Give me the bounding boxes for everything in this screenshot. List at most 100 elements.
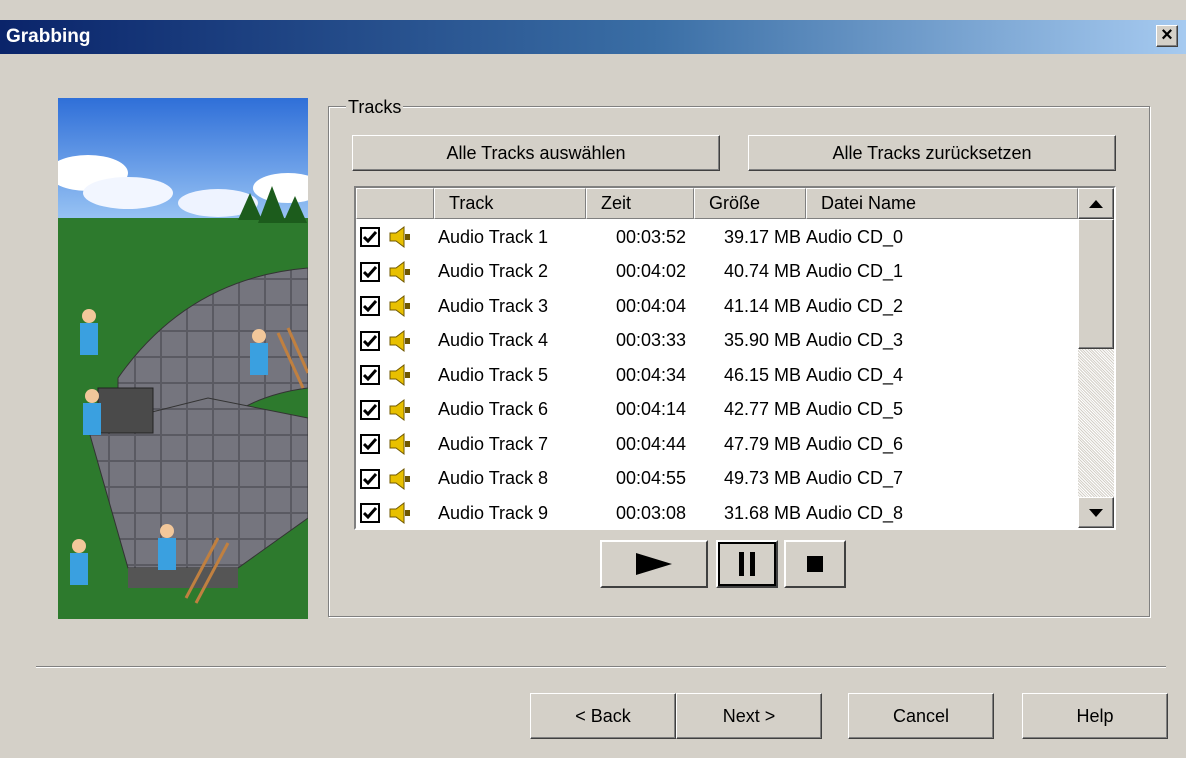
list-item[interactable]: Audio Track 2 00:04:02 40.74 MB Audio CD_1: [356, 255, 1078, 290]
list-item[interactable]: Audio Track 8 00:04:55 49.73 MB Audio CD_7: [356, 462, 1078, 497]
play-icon: [636, 553, 672, 575]
help-button[interactable]: Help: [1022, 693, 1168, 739]
list-item[interactable]: Audio Track 1 00:03:52 39.17 MB Audio CD_0: [356, 220, 1078, 255]
track-checkbox[interactable]: [360, 503, 380, 524]
back-button[interactable]: < Back: [530, 693, 676, 739]
reset-all-tracks-button[interactable]: Alle Tracks zurücksetzen: [748, 135, 1116, 171]
check-icon: [363, 369, 377, 382]
track-checkbox[interactable]: [360, 468, 380, 489]
size-cell: 46.15 MB: [724, 364, 802, 385]
stop-icon: [807, 556, 823, 572]
close-button[interactable]: ×: [1156, 25, 1178, 47]
arrow-down-icon: [1089, 508, 1103, 517]
stop-button[interactable]: [784, 540, 846, 588]
track-cell: Audio Track 8: [438, 468, 549, 489]
track-cell: Audio Track 6: [438, 399, 549, 420]
filename-cell: Audio CD_1: [806, 261, 904, 282]
track-cell: Audio Track 5: [438, 364, 549, 385]
check-icon: [363, 334, 377, 347]
scroll-up-button[interactable]: [1078, 188, 1114, 219]
arrow-up-icon: [1089, 199, 1103, 208]
size-cell: 39.17 MB: [724, 226, 802, 247]
list-item[interactable]: Audio Track 4 00:03:33 35.90 MB Audio CD_3: [356, 324, 1078, 359]
column-header-select[interactable]: [356, 188, 434, 219]
cancel-button[interactable]: Cancel: [848, 693, 994, 739]
list-item[interactable]: Audio Track 7 00:04:44 47.79 MB Audio CD_6: [356, 427, 1078, 462]
check-icon: [363, 403, 377, 416]
list-item[interactable]: Audio Track 5 00:04:34 46.15 MB Audio CD_4: [356, 358, 1078, 393]
check-icon: [363, 472, 377, 485]
size-cell: 49.73 MB: [724, 468, 802, 489]
list-rows: Audio Track 1 00:03:52 39.17 MB Audio CD_0 A…: [356, 220, 1078, 528]
time-cell: 00:04:34: [616, 364, 687, 385]
vertical-scrollbar[interactable]: [1078, 188, 1114, 528]
track-checkbox[interactable]: [360, 434, 380, 455]
size-cell: 42.77 MB: [724, 399, 802, 420]
track-checkbox[interactable]: [360, 365, 380, 386]
size-cell: 41.14 MB: [724, 295, 802, 316]
size-cell: 47.79 MB: [724, 433, 802, 454]
column-header-size[interactable]: Größe: [694, 188, 806, 219]
time-cell: 00:03:08: [616, 502, 687, 523]
footer-separator: [36, 666, 1166, 668]
time-cell: 00:03:33: [616, 330, 687, 351]
time-cell: 00:04:04: [616, 295, 687, 316]
track-cell: Audio Track 4: [438, 330, 549, 351]
title-bar: Grabbing ×: [0, 20, 1186, 54]
track-checkbox[interactable]: [360, 261, 380, 282]
window-title: Grabbing: [6, 26, 91, 47]
track-list[interactable]: Track Zeit Größe Datei Name Audio Track …: [354, 186, 1116, 530]
pause-icon: [739, 552, 755, 576]
filename-cell: Audio CD_5: [806, 399, 904, 420]
next-button[interactable]: Next >: [676, 693, 822, 739]
select-all-tracks-button[interactable]: Alle Tracks auswählen: [352, 135, 720, 171]
check-icon: [363, 231, 377, 244]
time-cell: 00:04:55: [616, 468, 687, 489]
column-header-zeit[interactable]: Zeit: [586, 188, 694, 219]
time-cell: 00:04:14: [616, 399, 687, 420]
track-cell: Audio Track 2: [438, 261, 549, 282]
close-icon: ×: [1161, 24, 1173, 46]
track-cell: Audio Track 9: [438, 502, 549, 523]
track-checkbox[interactable]: [360, 296, 380, 317]
speaker-icon: [389, 467, 410, 490]
track-checkbox[interactable]: [360, 399, 380, 420]
list-item[interactable]: Audio Track 6 00:04:14 42.77 MB Audio CD_5: [356, 393, 1078, 428]
speaker-icon: [389, 364, 410, 387]
play-button[interactable]: [600, 540, 708, 588]
size-cell: 35.90 MB: [724, 330, 802, 351]
scroll-thumb[interactable]: [1078, 219, 1114, 349]
track-cell: Audio Track 3: [438, 295, 549, 316]
filename-cell: Audio CD_3: [806, 330, 904, 351]
track-cell: Audio Track 1: [438, 226, 549, 247]
time-cell: 00:04:02: [616, 261, 687, 282]
pause-button[interactable]: [716, 540, 778, 588]
track-checkbox[interactable]: [360, 227, 380, 248]
check-icon: [363, 438, 377, 451]
tracks-group-label: Tracks: [346, 97, 404, 117]
filename-cell: Audio CD_0: [806, 226, 904, 247]
time-cell: 00:04:44: [616, 433, 687, 454]
size-cell: 31.68 MB: [724, 502, 802, 523]
column-header-filename[interactable]: Datei Name: [806, 188, 1078, 219]
filename-cell: Audio CD_2: [806, 295, 904, 316]
list-item[interactable]: Audio Track 9 00:03:08 31.68 MB Audio CD_8: [356, 496, 1078, 528]
track-checkbox[interactable]: [360, 330, 380, 351]
speaker-icon: [389, 433, 410, 456]
speaker-icon: [389, 260, 410, 283]
wizard-illustration: [58, 98, 308, 619]
speaker-icon: [389, 398, 410, 421]
check-icon: [363, 507, 377, 520]
list-item[interactable]: Audio Track 3 00:04:04 41.14 MB Audio CD_2: [356, 289, 1078, 324]
list-header: Track Zeit Größe Datei Name: [356, 188, 1078, 219]
filename-cell: Audio CD_4: [806, 364, 904, 385]
check-icon: [363, 300, 377, 313]
filename-cell: Audio CD_8: [806, 502, 904, 523]
track-cell: Audio Track 7: [438, 433, 549, 454]
check-icon: [363, 265, 377, 278]
column-header-track[interactable]: Track: [434, 188, 586, 219]
speaker-icon: [389, 329, 410, 352]
speaker-icon: [389, 226, 410, 249]
scroll-down-button[interactable]: [1078, 497, 1114, 528]
filename-cell: Audio CD_7: [806, 468, 904, 489]
